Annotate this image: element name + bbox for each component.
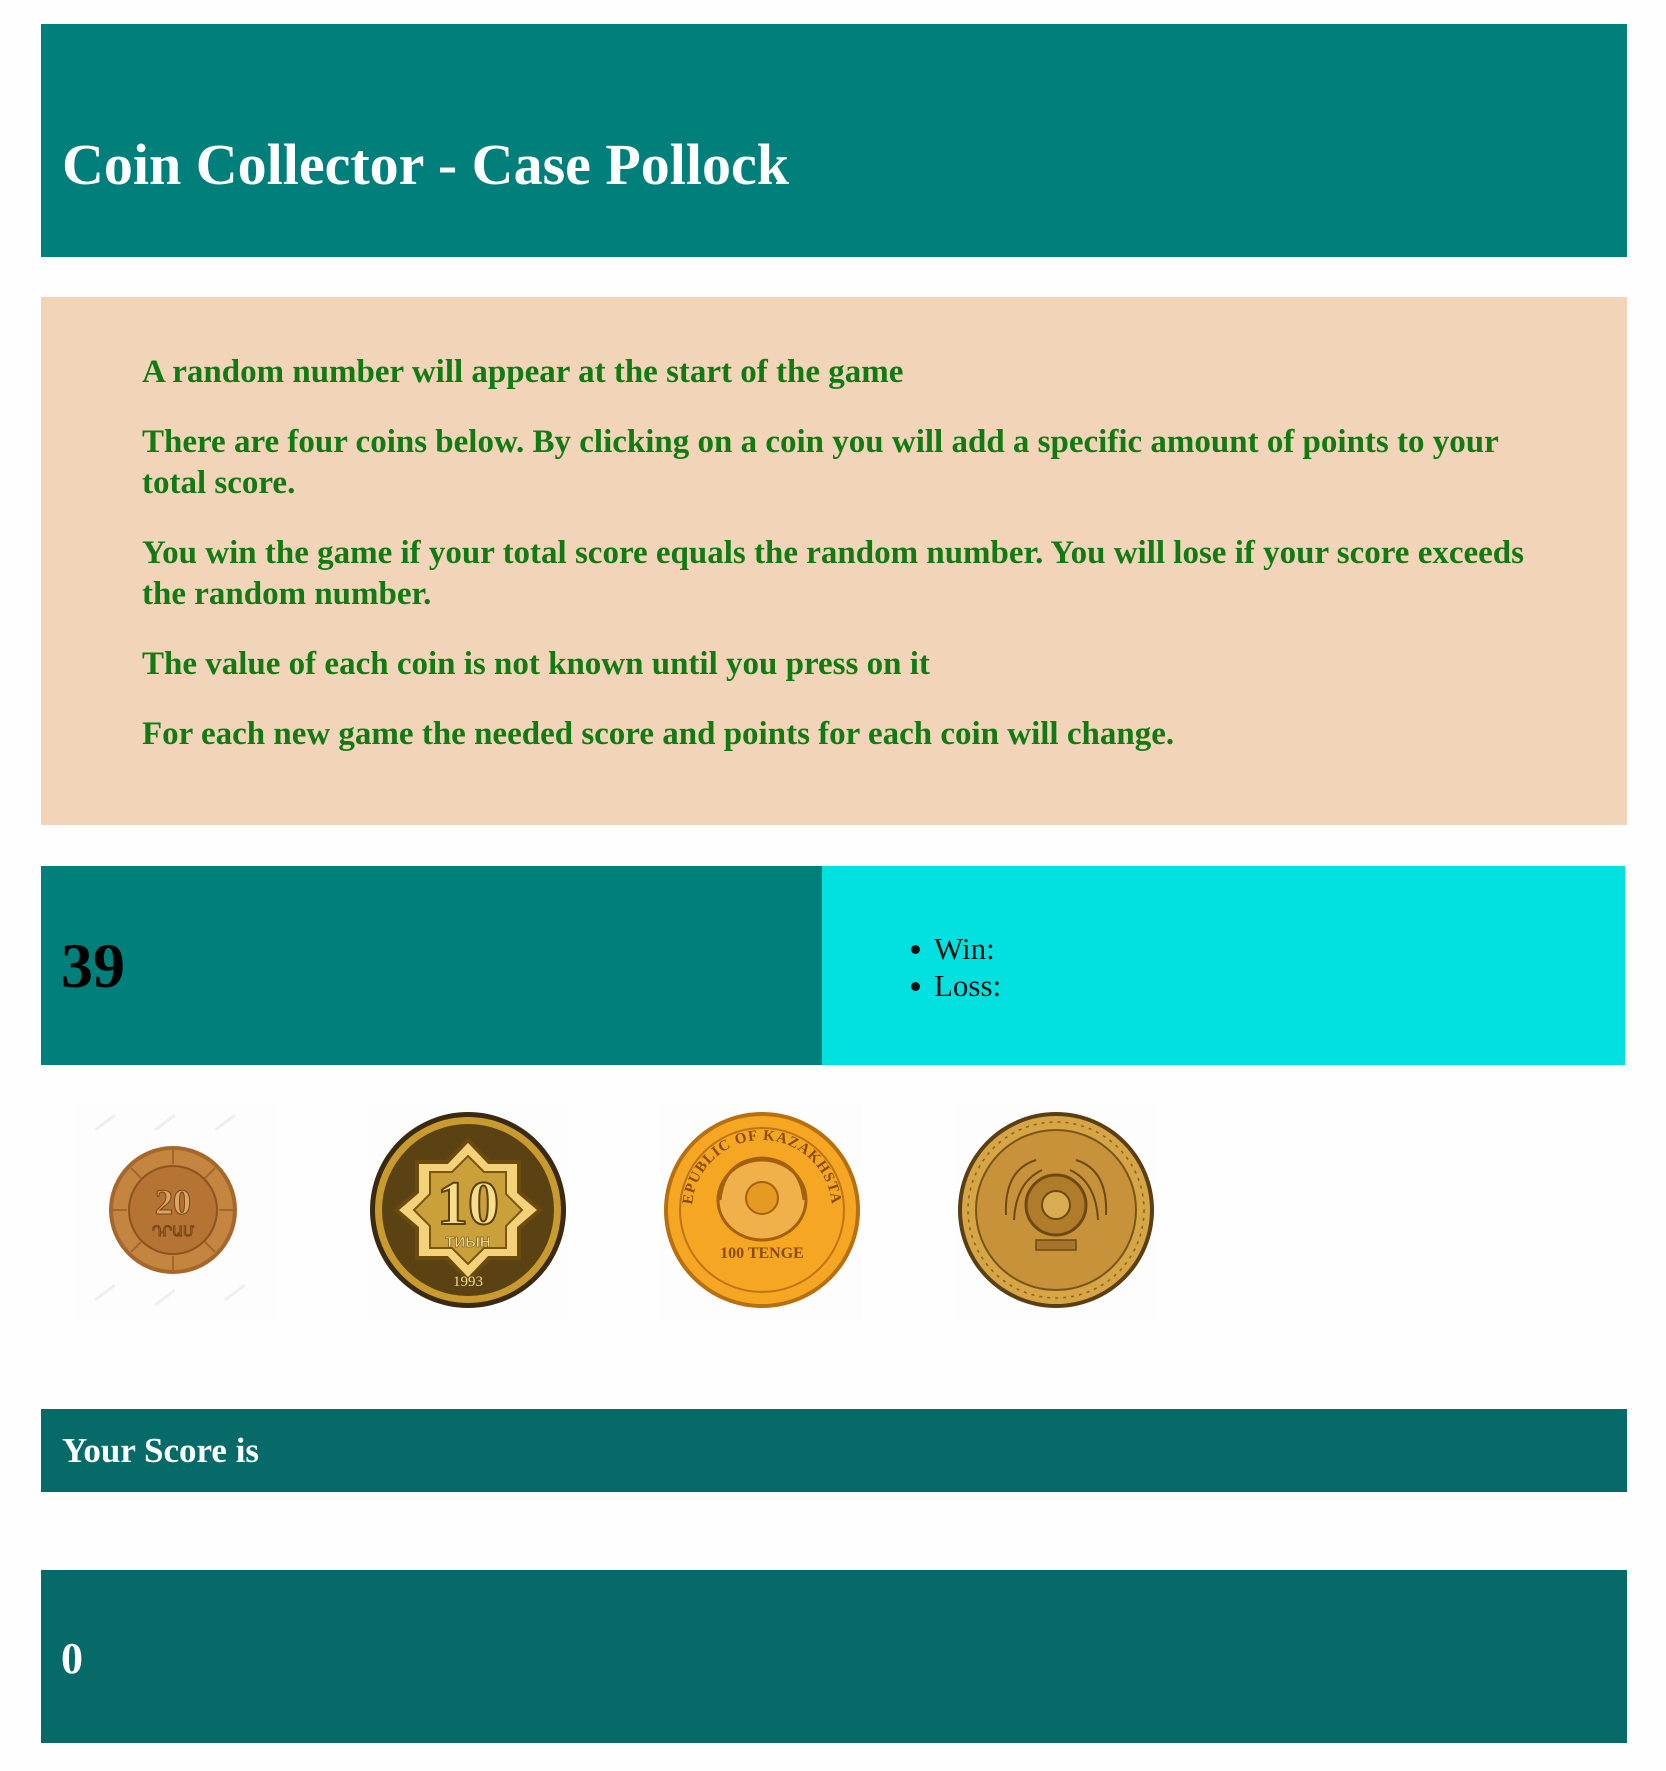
score-label-bar: Your Score is (41, 1409, 1627, 1492)
coin-1-sub-text: ԴՐԱՄ (152, 1223, 195, 1239)
coin-2-year-text: 1993 (453, 1274, 483, 1290)
page-title: Coin Collector - Case Pollock (62, 132, 790, 197)
coin-1-value-text: 20 (155, 1182, 191, 1222)
win-loss-panel: Win: Loss: (822, 866, 1625, 1065)
instruction-line: A random number will appear at the start… (142, 354, 904, 390)
coin-3-button[interactable]: REPUBLIC OF KAZAKHSTAN 100 TENGE (662, 1100, 862, 1320)
coin-1-button[interactable]: 20 ԴՐԱՄ (75, 1100, 275, 1320)
instruction-line: You win the game if your total score equ… (142, 535, 1524, 612)
coin-row: 20 ԴՐԱՄ 10 ТИЫН 1993 REPUBLIC OF KAZAKHS… (41, 1100, 1627, 1330)
coin-100-tenge-icon: REPUBLIC OF KAZAKHSTAN 100 TENGE (662, 1100, 860, 1308)
coin-3-sub-text: 100 TENGE (720, 1245, 804, 1262)
coin-2-sub-text: ТИЫН (445, 1234, 490, 1251)
coin-10-icon: 10 ТИЫН 1993 (370, 1112, 566, 1308)
game-header: Coin Collector - Case Pollock (41, 24, 1627, 257)
target-number: 39 (61, 930, 125, 1001)
instructions-panel: A random number will appear at the start… (41, 297, 1627, 825)
score-value: 0 (61, 1634, 83, 1683)
loss-count: Loss: (910, 968, 1002, 1003)
instruction-line: The value of each coin is not known unti… (142, 646, 930, 682)
instruction-line: For each new game the needed score and p… (142, 716, 1175, 752)
coin-emblem-icon (958, 1112, 1154, 1308)
coin-20-icon: 20 ԴՐԱՄ (94, 1113, 246, 1307)
coin-2-value-text: 10 (437, 1170, 499, 1238)
win-loss-list: Win: Loss: (910, 930, 1002, 1004)
score-display: 0 (41, 1570, 1627, 1743)
coin-4-button[interactable] (956, 1100, 1156, 1320)
instruction-line: There are four coins below. By clicking … (142, 424, 1499, 501)
score-label: Your Score is (62, 1431, 260, 1470)
coin-2-button[interactable]: 10 ТИЫН 1993 (368, 1100, 568, 1320)
target-number-panel: 39 (41, 866, 822, 1065)
win-count: Win: (910, 930, 1001, 967)
